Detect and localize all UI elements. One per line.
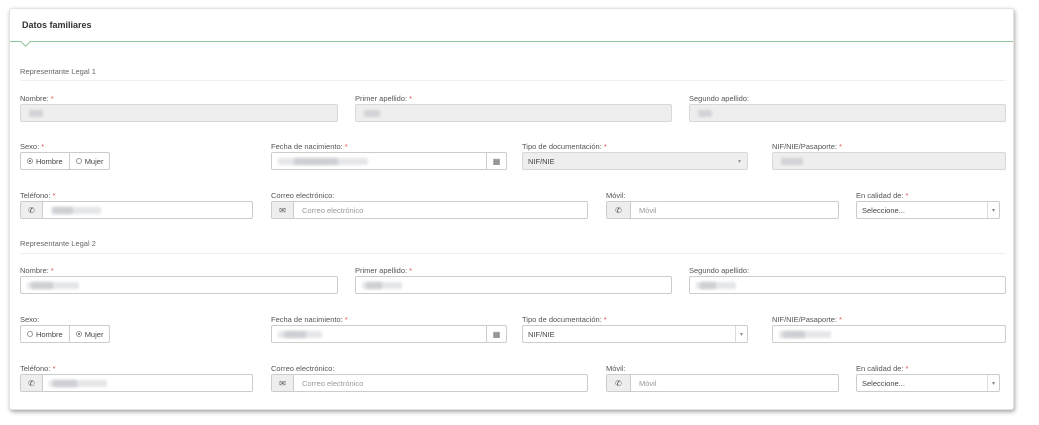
rep2-correo-field[interactable]: ✉ Correo electrónico xyxy=(271,374,588,392)
rep1-calidad-select[interactable]: Seleccione... ▾ xyxy=(856,201,1000,219)
datos-familiares-panel: Datos familiares Representante Legal 1 N… xyxy=(9,8,1014,410)
rep1-primer-apellido-label: Primer apellido: * xyxy=(355,94,413,103)
rep2-movil-label: Móvil: xyxy=(606,364,626,373)
rep1-segundo-apellido-label: Segundo apellido: xyxy=(689,94,750,103)
rep1-nombre-label: Nombre: * xyxy=(20,94,54,103)
rep1-sexo-radio-group: Hombre Mujer xyxy=(20,152,111,170)
rep2-telefono-field[interactable]: ✆ xyxy=(20,374,253,392)
rep1-primer-apellido-field[interactable] xyxy=(355,104,672,122)
radio-empty-icon xyxy=(27,331,33,337)
caret-down-icon: ▾ xyxy=(735,326,747,342)
rep2-sexo-hombre-option[interactable]: Hombre xyxy=(20,325,70,343)
rep1-nombre-field[interactable] xyxy=(20,104,338,122)
section-rule-rep2 xyxy=(20,253,1005,254)
radio-selected-icon xyxy=(75,331,82,337)
section-title-rep1: Representante Legal 1 xyxy=(20,67,96,76)
calendar-icon[interactable]: ▦ xyxy=(486,326,506,342)
phone-icon: ✆ xyxy=(21,375,43,391)
phone-icon: ✆ xyxy=(607,202,631,218)
rep1-nif-label: NIF/NIE/Pasaporte: * xyxy=(772,142,842,151)
panel-divider xyxy=(10,41,1013,42)
rep1-movil-field[interactable]: ✆ Móvil xyxy=(606,201,839,219)
rep1-fecha-label: Fecha de nacimiento: * xyxy=(271,142,348,151)
rep2-correo-label: Correo electrónico: xyxy=(271,364,335,373)
rep1-sexo-hombre-option[interactable]: Hombre xyxy=(20,152,70,170)
rep1-correo-label: Correo electrónico: xyxy=(271,191,335,200)
rep2-nif-label: NIF/NIE/Pasaporte: * xyxy=(772,315,842,324)
section-title-rep2: Representante Legal 2 xyxy=(20,239,96,248)
rep2-tipo-doc-select[interactable]: NIF/NIE ▾ xyxy=(522,325,748,343)
panel-notch xyxy=(18,41,32,47)
section-rule-rep1 xyxy=(20,80,1005,81)
rep2-segundo-apellido-label: Segundo apellido: xyxy=(689,266,750,275)
rep1-calidad-label: En calidad de: * xyxy=(856,191,909,200)
rep1-sexo-mujer-option[interactable]: Mujer xyxy=(69,152,111,170)
rep1-movil-label: Móvil: xyxy=(606,191,626,200)
rep2-fecha-field[interactable]: ▦ xyxy=(271,325,507,343)
rep2-nombre-label: Nombre: * xyxy=(20,266,54,275)
rep2-movil-field[interactable]: ✆ Móvil xyxy=(606,374,839,392)
rep2-fecha-label: Fecha de nacimiento: * xyxy=(271,315,348,324)
rep2-sexo-radio-group: Hombre Mujer xyxy=(20,325,111,343)
rep1-correo-field[interactable]: ✉ Correo electrónico xyxy=(271,201,588,219)
envelope-icon: ✉ xyxy=(272,202,294,218)
rep1-tipo-doc-select[interactable]: NIF/NIE ▾ xyxy=(522,152,748,170)
caret-down-icon: ▾ xyxy=(987,202,999,218)
panel-title: Datos familiares xyxy=(22,20,92,30)
rep2-segundo-apellido-field[interactable] xyxy=(689,276,1006,294)
rep2-telefono-label: Teléfono: * xyxy=(20,364,56,373)
rep1-nif-field[interactable] xyxy=(772,152,1006,170)
rep2-primer-apellido-field[interactable] xyxy=(355,276,672,294)
rep1-telefono-field[interactable]: ✆ xyxy=(20,201,253,219)
caret-down-icon: ▾ xyxy=(987,375,999,391)
rep2-tipo-doc-label: Tipo de documentación: * xyxy=(522,315,607,324)
rep1-telefono-label: Teléfono: * xyxy=(20,191,56,200)
phone-icon: ✆ xyxy=(21,202,43,218)
calendar-icon[interactable]: ▦ xyxy=(486,153,506,169)
rep1-tipo-doc-label: Tipo de documentación: * xyxy=(522,142,607,151)
rep1-segundo-apellido-field[interactable] xyxy=(689,104,1006,122)
rep2-calidad-select[interactable]: Seleccione... ▾ xyxy=(856,374,1000,392)
phone-icon: ✆ xyxy=(607,375,631,391)
rep2-primer-apellido-label: Primer apellido: * xyxy=(355,266,413,275)
rep2-sexo-mujer-option[interactable]: Mujer xyxy=(69,325,111,343)
rep1-sexo-label: Sexo: * xyxy=(20,142,45,151)
radio-selected-icon xyxy=(27,158,33,164)
rep2-sexo-label: Sexo: xyxy=(20,315,40,324)
envelope-icon: ✉ xyxy=(272,375,294,391)
rep2-calidad-label: En calidad de: * xyxy=(856,364,909,373)
rep2-nombre-field[interactable] xyxy=(20,276,338,294)
caret-down-icon: ▾ xyxy=(737,159,741,165)
rep1-fecha-field[interactable]: ▦ xyxy=(271,152,507,170)
rep2-nif-field[interactable] xyxy=(772,325,1006,343)
radio-empty-icon xyxy=(75,158,82,164)
